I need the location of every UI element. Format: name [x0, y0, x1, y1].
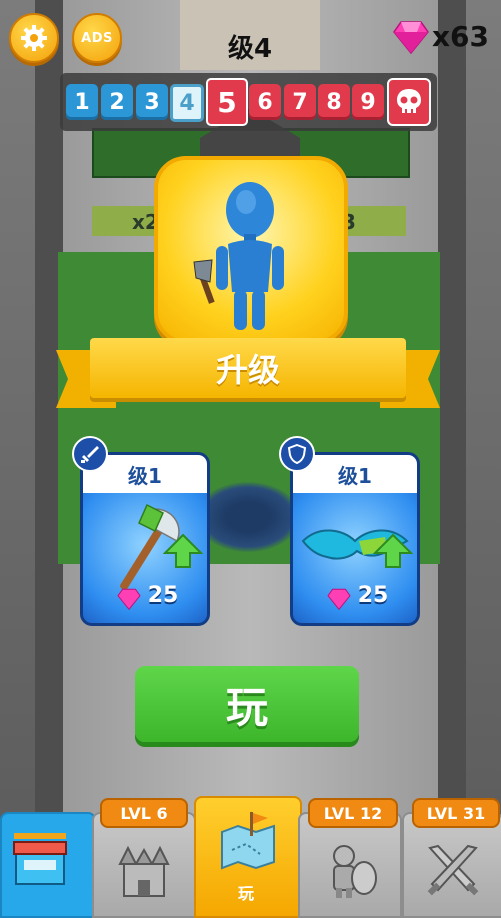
level-box-9: 9 — [352, 84, 384, 120]
armor-upgrade-card[interactable]: 级1 25 — [290, 452, 420, 626]
weapon-card-price: 25 — [147, 583, 179, 608]
shield-icon — [287, 444, 307, 464]
tab-play-label: 玩 — [237, 884, 254, 903]
skull-icon — [397, 89, 421, 113]
level-box-1: 1 — [66, 84, 98, 120]
weapon-card-badge — [72, 436, 108, 472]
boss-level-box — [387, 78, 431, 126]
knight-level-tag: LVL 12 — [308, 798, 398, 828]
upgrade-arrow-icon — [163, 533, 203, 568]
crossed-swords-icon — [427, 844, 479, 896]
ads-button[interactable]: ADS — [72, 13, 122, 63]
armor-card-price: 25 — [357, 583, 389, 608]
map-icon — [221, 812, 275, 870]
level-title: 级4 — [227, 34, 273, 64]
gem-icon — [393, 21, 429, 54]
battle-level-tag: LVL 31 — [412, 798, 500, 828]
sword-icon — [81, 446, 99, 463]
gem-count: x63 — [432, 20, 490, 53]
level-box-6: 6 — [249, 84, 281, 120]
level-box-3: 3 — [136, 84, 168, 120]
armor-card-badge — [279, 436, 315, 472]
level-box-8: 8 — [318, 84, 350, 120]
tab-shop[interactable] — [0, 812, 96, 918]
knight-icon — [333, 845, 377, 898]
character-preview-card — [154, 156, 348, 344]
crowd-army — [196, 482, 300, 552]
level-box-current: 4 — [170, 84, 204, 122]
level-box-2: 2 — [101, 84, 133, 120]
road-edge-right — [438, 0, 466, 914]
blue-warrior-axe-icon — [193, 182, 284, 330]
ads-label: ADS — [81, 30, 113, 46]
castle-icon — [118, 845, 170, 897]
play-button[interactable]: 玩 — [135, 666, 359, 742]
settings-button[interactable] — [9, 13, 59, 63]
upgrade-arrow-icon — [373, 533, 413, 568]
shop-icon — [13, 833, 67, 885]
weapon-upgrade-card[interactable]: 级1 25 — [80, 452, 210, 626]
gear-icon — [21, 25, 47, 51]
level-box-next: 5 — [206, 78, 248, 126]
upgrade-banner: 升级 — [90, 338, 406, 398]
level-box-7: 7 — [284, 84, 316, 120]
castle-level-tag: LVL 6 — [100, 798, 188, 828]
